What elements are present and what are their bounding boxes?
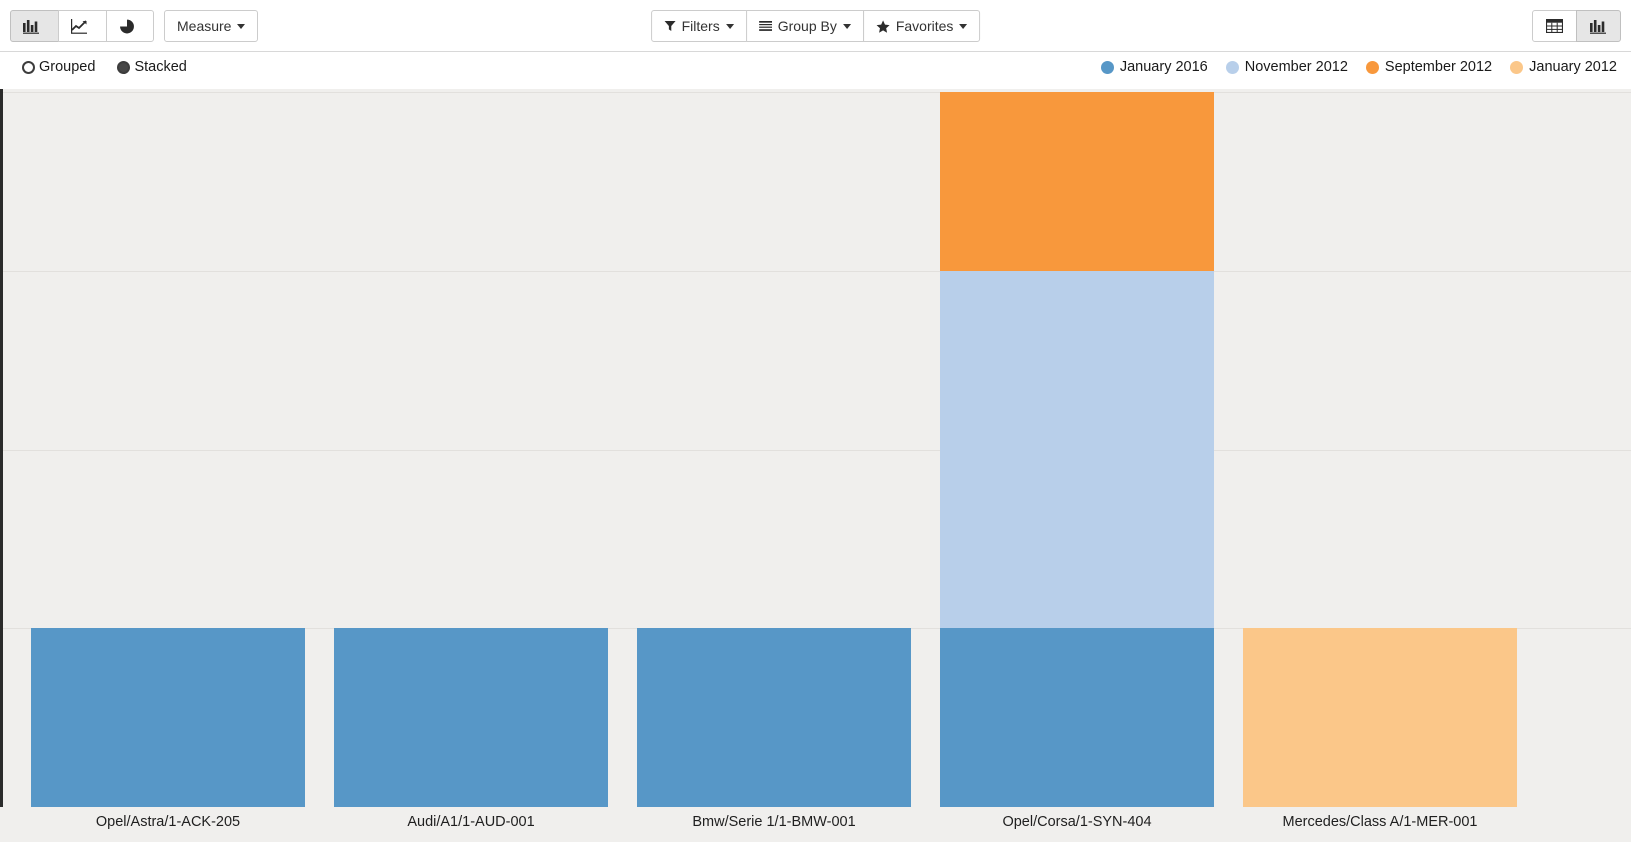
favorites-label: Favorites — [895, 18, 954, 34]
legend-label: November 2012 — [1244, 59, 1348, 75]
measure-dropdown-button[interactable]: Measure — [164, 10, 259, 42]
pie-chart-button[interactable] — [106, 10, 154, 42]
bar-segment[interactable] — [1243, 628, 1517, 807]
legend-label: January 2012 — [1529, 59, 1617, 75]
x-axis-label: Mercedes/Class A/1-MER-001 — [1282, 814, 1478, 830]
bar-column[interactable] — [940, 92, 1214, 807]
bar-chart-button[interactable] — [10, 10, 59, 42]
search-facet-buttons: Filters Group By Favorites — [650, 10, 981, 42]
chart-legend: January 2016 November 2012 September 2012 J… — [1100, 59, 1617, 75]
stack-mode-radio-group: Grouped Stacked — [22, 59, 187, 75]
filters-label: Filters — [681, 18, 720, 34]
view-switcher-button-group — [1532, 10, 1621, 42]
x-axis-label: Bmw/Serie 1/1-BMW-001 — [692, 814, 856, 830]
chevron-down-icon — [842, 23, 851, 29]
legend-label: January 2016 — [1119, 59, 1208, 75]
bar-chart-icon — [1590, 19, 1607, 34]
mode-grouped[interactable]: Grouped — [22, 59, 95, 75]
radio-grouped-icon[interactable] — [22, 60, 35, 74]
legend-item[interactable]: January 2012 — [1510, 59, 1617, 75]
mode-stacked-label: Stacked — [134, 59, 187, 75]
measure-label: Measure — [177, 18, 232, 34]
bar-segment[interactable] — [940, 92, 1214, 271]
chart-plot-area: Opel/Astra/1-ACK-205 Audi/A1/1-AUD-001 Bmw… — [0, 89, 1631, 842]
bar-segment[interactable] — [334, 628, 608, 807]
line-chart-button[interactable] — [58, 10, 107, 42]
control-panel-right — [1532, 10, 1621, 42]
plot-canvas: Opel/Astra/1-ACK-205 Audi/A1/1-AUD-001 Bmw… — [0, 89, 1631, 842]
bar-series-container — [0, 89, 1631, 807]
legend-label: September 2012 — [1384, 59, 1493, 75]
chevron-down-icon — [237, 23, 246, 29]
group-by-button[interactable]: Group By — [745, 10, 864, 42]
legend-color-dot — [1365, 60, 1379, 74]
group-by-label: Group By — [777, 18, 837, 34]
bar-column[interactable] — [31, 628, 305, 807]
list-view-button[interactable] — [1532, 10, 1577, 42]
bar-segment[interactable] — [940, 628, 1214, 807]
legend-item[interactable]: September 2012 — [1365, 59, 1493, 75]
chart-type-button-group — [10, 10, 154, 42]
mode-stacked[interactable]: Stacked — [117, 59, 187, 75]
filter-icon — [664, 20, 676, 32]
x-axis-label: Opel/Astra/1-ACK-205 — [95, 814, 241, 830]
legend-item[interactable]: November 2012 — [1225, 59, 1348, 75]
legend-color-dot — [1100, 60, 1114, 74]
favorites-button[interactable]: Favorites — [862, 10, 981, 42]
graph-view-button[interactable] — [1576, 10, 1621, 42]
x-axis-label: Opel/Corsa/1-SYN-404 — [1002, 814, 1152, 830]
table-grid-icon — [1546, 19, 1563, 33]
legend-color-dot — [1510, 60, 1524, 74]
bar-segment[interactable] — [31, 628, 305, 807]
line-chart-icon — [71, 18, 88, 34]
bar-chart-icon — [23, 19, 40, 34]
control-panel-left: Measure — [10, 10, 259, 42]
radio-stacked-icon[interactable] — [117, 60, 131, 74]
filters-button[interactable]: Filters — [650, 10, 747, 42]
bar-column[interactable] — [1243, 628, 1517, 807]
pie-chart-icon — [119, 19, 135, 34]
chart-options-bar: Grouped Stacked January 2016 November 201… — [0, 52, 1631, 89]
star-icon — [876, 19, 890, 33]
chart-view-page: Measure Filters Group By Favorites Group… — [0, 0, 1631, 842]
bar-column[interactable] — [334, 628, 608, 807]
control-panel: Measure Filters Group By Favorites — [0, 0, 1631, 52]
chevron-down-icon — [725, 23, 734, 29]
group-by-icon — [758, 20, 772, 32]
legend-item[interactable]: January 2016 — [1100, 59, 1208, 75]
bar-segment[interactable] — [940, 270, 1214, 629]
bar-column[interactable] — [637, 628, 911, 807]
x-axis-label: Audi/A1/1-AUD-001 — [407, 814, 535, 830]
x-axis-labels: Opel/Astra/1-ACK-205 Audi/A1/1-AUD-001 Bmw… — [0, 807, 1631, 842]
facet-button-group: Filters Group By Favorites — [650, 10, 981, 42]
legend-color-dot — [1225, 60, 1239, 74]
chevron-down-icon — [959, 23, 968, 29]
mode-grouped-label: Grouped — [39, 59, 96, 75]
bar-segment[interactable] — [637, 628, 911, 807]
